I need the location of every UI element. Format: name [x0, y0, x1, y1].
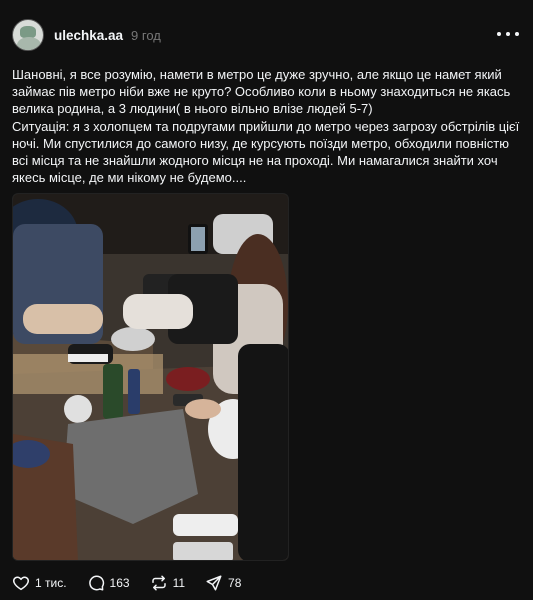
- post-text-line: займає пів метро ніби вже не круто? Особ…: [12, 84, 511, 100]
- post-text-line: якесь місце, де ми нікому не будемо....: [12, 170, 247, 186]
- repost-button[interactable]: 11: [150, 574, 185, 592]
- like-button[interactable]: 1 тис.: [12, 574, 67, 592]
- post-photo[interactable]: [12, 193, 289, 561]
- comment-count: 163: [109, 576, 130, 590]
- repost-count: 11: [172, 576, 186, 590]
- heart-icon: [13, 576, 29, 591]
- post-actions: 1 тис. 163 11 78: [12, 573, 261, 593]
- post-header: ulechka.aa 9 год: [12, 19, 161, 51]
- like-count: 1 тис.: [35, 576, 67, 590]
- post-text-line: ночі. Ми спустилися до самого низу, де к…: [12, 135, 509, 151]
- post-text-line: Шановні, я все розумію, намети в метро ц…: [12, 67, 502, 82]
- comment-icon: [88, 575, 104, 591]
- post-text-line: велика родина, а 3 людини( в нього вільн…: [12, 101, 373, 117]
- metro-photo-illustration: [13, 194, 288, 560]
- share-count: 78: [228, 576, 242, 590]
- post-text-line: всі місця та не знайшли жодного місця не…: [12, 153, 498, 169]
- repost-icon: [151, 575, 166, 591]
- post-time[interactable]: 9 год: [131, 28, 161, 43]
- thread-post: ulechka.aa 9 год Шановні, я все розумію,…: [0, 0, 533, 600]
- comment-button[interactable]: 163: [87, 574, 130, 592]
- avatar[interactable]: [12, 19, 44, 51]
- post-text: Шановні, я все розумію, намети в метро ц…: [12, 66, 524, 186]
- post-text-line: Ситуація: я з холопцем та подругами прий…: [12, 118, 520, 134]
- share-button[interactable]: 78: [205, 574, 241, 592]
- send-icon: [206, 575, 222, 591]
- username[interactable]: ulechka.aa: [54, 28, 123, 43]
- more-icon[interactable]: [497, 26, 519, 42]
